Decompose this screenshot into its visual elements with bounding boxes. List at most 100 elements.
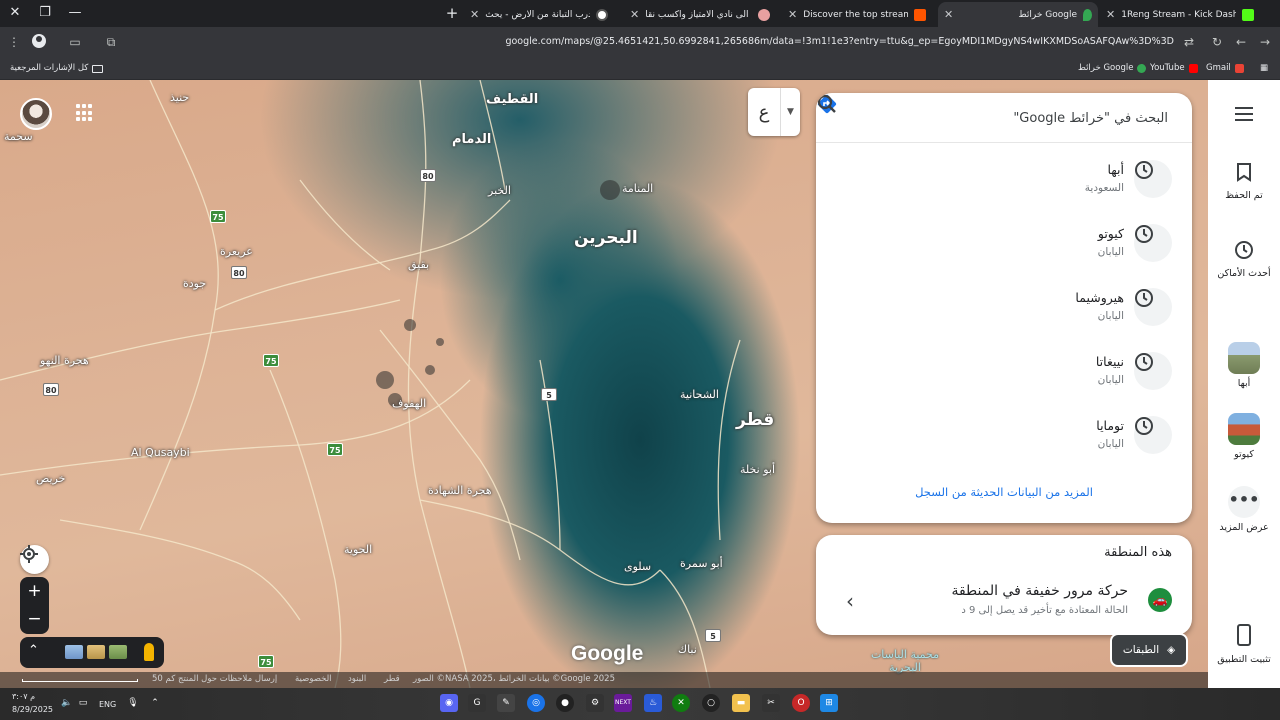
label-uraira[interactable]: عريعرة [220,245,253,258]
account-avatar[interactable] [20,98,52,130]
tray-chevron-icon[interactable]: ⌃ [146,694,164,712]
terms-link[interactable]: البنود [348,674,366,684]
all-bookmarks-button[interactable]: كل الإشارات المرجعية [10,61,104,76]
forward-icon[interactable]: → [1256,33,1274,51]
label-hanidh[interactable]: حنيذ [170,91,189,104]
label-khurais[interactable]: خريص [36,472,65,485]
label-sahmah[interactable]: سحمة [4,130,33,143]
profile-icon[interactable] [30,33,48,51]
label-protected-area[interactable]: محمية الياسات البحرية [860,648,950,674]
bookmark-gmail[interactable]: Gmail [1206,61,1244,76]
label-al-qusaybi[interactable]: Al Qusaybi [131,446,190,459]
cast-icon[interactable]: ▭ [66,33,84,51]
network-icon[interactable]: ▭ [74,694,92,712]
reload-icon[interactable]: ↻ [1208,33,1226,51]
tab-close-icon[interactable]: ✕ [944,8,953,21]
obs-icon[interactable]: ● [556,694,574,712]
rail-more[interactable]: ••• عرض المزيد [1208,486,1280,533]
tab-close-icon[interactable]: ✕ [1106,8,1115,21]
chevron-down-icon[interactable]: ▼ [780,88,800,136]
terrain-thumb[interactable] [87,645,105,659]
my-location-button[interactable] [20,545,49,574]
label-qatar[interactable]: قطر [736,410,774,430]
back-icon[interactable]: ← [1232,33,1250,51]
rail-saved[interactable]: تم الحفظ [1208,162,1280,201]
close-window-icon[interactable]: ✕ [4,4,26,22]
search-icon[interactable] [816,93,838,115]
language-switch-button[interactable]: ع ▼ [748,88,800,136]
tab-google-maps[interactable]: ✕ خرائط Google [938,2,1098,27]
label-hijrat-nahw[interactable]: هجرة النهو [40,354,89,367]
rail-place-abha[interactable]: أبها [1208,342,1280,389]
satellite-thumb[interactable] [109,645,127,659]
expand-up-icon[interactable]: ⌃ [28,643,39,658]
taskbar-lang[interactable]: ENG [99,700,116,709]
tab-close-icon[interactable]: ✕ [630,8,639,21]
taskbar-time[interactable]: م ٣:٠٧ [12,692,35,701]
label-nabak[interactable]: نباك [678,643,697,656]
recent-item[interactable]: كيوتو اليابان [816,212,1192,274]
settings-icon[interactable]: ⚙ [586,694,604,712]
chrome-icon[interactable]: ◎ [527,694,545,712]
label-hijrat-shuhada[interactable]: هجرة الشهادة [428,484,492,497]
windows-start-icon[interactable]: ⊞ [820,694,838,712]
zoom-in-button[interactable]: + [20,577,49,605]
bookmark-google-maps[interactable]: خرائط Google [1078,61,1147,76]
tab-soundcloud[interactable]: ✕ Discover the top streamed mus [782,2,932,27]
area-info-card[interactable]: هذه المنطقة 🚗 حركة مرور خفيفة في المنطقة… [816,535,1192,635]
label-hawiyah[interactable]: الحوية [344,543,372,556]
label-bahrain[interactable]: البحرين [574,228,638,248]
taskbar-date[interactable]: 8/29/2025 [12,705,53,714]
map-canvas[interactable]: القطيف الدمام الخبر المنامة البحرين الهف… [0,80,1208,688]
site-settings-icon[interactable]: ⇄ [1180,33,1198,51]
next-app-icon[interactable]: NEXT [614,694,632,712]
label-jawdah[interactable]: جودة [183,277,206,290]
maximize-window-icon[interactable]: ❐ [34,4,56,22]
chevron-left-icon[interactable]: ‹ [846,589,854,613]
tab-close-icon[interactable]: ✕ [788,8,797,21]
privacy-link[interactable]: الخصوصية [295,674,332,684]
extensions-icon[interactable]: ⧉ [102,33,120,51]
opera-icon[interactable]: O [792,694,810,712]
layers-button[interactable]: الطبقات ◈ [1110,633,1188,667]
recent-item[interactable]: هيروشيما اليابان [816,276,1192,338]
xbox-icon[interactable]: ✕ [672,694,690,712]
file-explorer-icon[interactable]: ▬ [732,694,750,712]
capcut-icon[interactable]: ✂ [762,694,780,712]
apps-icon[interactable]: ▦ [1260,61,1268,76]
label-qatif[interactable]: القطيف [486,92,538,107]
discord-icon[interactable]: ◉ [440,694,458,712]
steam-icon[interactable]: ♨ [644,694,662,712]
menu-button[interactable] [1208,106,1280,126]
rail-recents[interactable]: أحدث الأماكن [1208,240,1280,279]
minimize-window-icon[interactable]: — [64,4,86,22]
label-salwa[interactable]: سلوى [624,560,651,573]
tab-kick-dashboard[interactable]: ✕ 1Reng Stream - Kick Dashboard [1100,2,1260,27]
scale-label[interactable]: 50 كم [152,674,175,684]
rail-install-app[interactable]: تثبيت التطبيق [1208,624,1280,665]
label-abu-samra[interactable]: أبو سمرة [680,557,723,570]
tab-milky-way[interactable]: ✕ مجرة درب التبانة من الارض - يحث [464,2,614,27]
label-dammam[interactable]: الدمام [452,132,491,147]
label-khobar[interactable]: الخبر [488,184,511,197]
map-type-thumb[interactable] [65,645,83,659]
menu-kebab-icon[interactable]: ⋮ [5,33,23,51]
label-shahaniya[interactable]: الشحانية [680,388,719,401]
new-tab-button[interactable]: + [444,4,460,22]
pegman-icon[interactable] [144,643,154,661]
label-manama[interactable]: المنامة [622,182,653,195]
label-abqaiq[interactable]: بقيق [408,258,429,271]
recent-item[interactable]: تومايا اليابان [816,404,1192,466]
recent-item[interactable]: نييغاتا اليابان [816,340,1192,402]
more-history-link[interactable]: المزيد من البيانات الحديثة من السجل [816,485,1192,499]
search-input[interactable] [898,105,1168,131]
tab-rewards[interactable]: ✕ انضم الى نادي الامتياز واكسب نقا [624,2,776,27]
zoom-out-button[interactable]: − [20,605,49,633]
github-icon[interactable]: G [468,694,486,712]
google-apps-icon[interactable] [76,104,94,122]
mic-icon[interactable]: 🎙 [124,694,142,712]
label-hofuf[interactable]: الهفوف [392,397,426,410]
feedback-link[interactable]: إرسال ملاحظات حول المنتج [178,674,277,684]
bookmark-youtube[interactable]: YouTube [1150,61,1198,76]
notes-icon[interactable]: ✎ [497,694,515,712]
